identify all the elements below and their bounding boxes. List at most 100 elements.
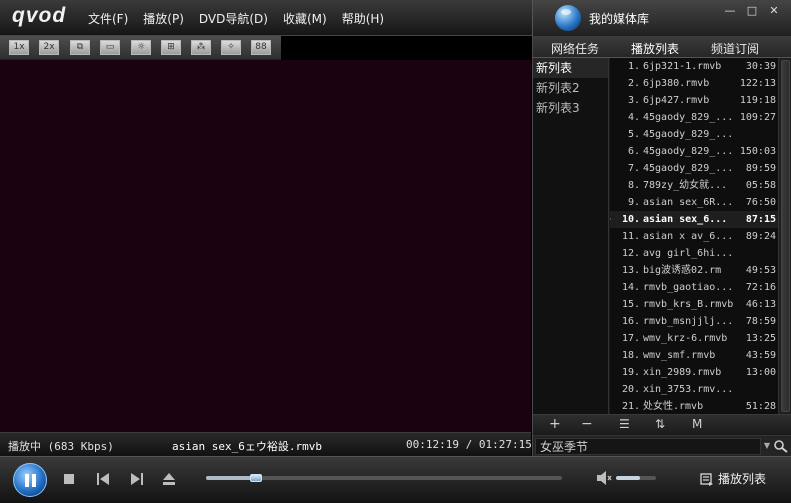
- brightness-button[interactable]: ☼: [131, 40, 151, 55]
- menu-favorites[interactable]: 收藏(M): [283, 10, 327, 27]
- track-dur: 89:59: [745, 163, 776, 174]
- playlist-panel: 网络任务 播放列表 频道订阅 新列表 新列表2 新列表3 1. 6jp321-1.…: [532, 36, 791, 456]
- menu-play[interactable]: 播放(P): [143, 10, 184, 27]
- add-button[interactable]: +: [549, 416, 561, 433]
- previous-icon[interactable]: [96, 472, 110, 486]
- track-num: 8.: [627, 180, 640, 191]
- track-dur: 87:15: [745, 214, 776, 225]
- shrink-button[interactable]: ⁂: [191, 40, 211, 55]
- list-controls: + − ☰ ⇅ M: [533, 414, 791, 434]
- play-time: 00:12:19 / 01:27:15: [406, 438, 532, 451]
- track-row[interactable]: 12. avg girl_6hi...: [610, 245, 778, 262]
- track-num: 1.: [627, 61, 640, 72]
- track-name: asian sex_6...: [643, 214, 728, 225]
- track-name: wmv_krz-6.rmvb: [643, 333, 728, 344]
- list-item[interactable]: 新列表3: [533, 98, 608, 118]
- track-dur: 43:59: [745, 350, 776, 361]
- track-row[interactable]: 19. xin_2989.rmvb 13:00: [610, 364, 778, 381]
- title-bar: qvod 文件(F) 播放(P) DVD导航(D) 收藏(M) 帮助(H) 我的…: [0, 0, 791, 36]
- scrollbar-thumb[interactable]: [781, 60, 790, 412]
- track-name: wmv_smf.rmvb: [643, 350, 716, 361]
- track-num: 5.: [627, 129, 640, 140]
- playlist-icon: [700, 472, 713, 486]
- track-dur: 49:53: [745, 265, 776, 276]
- sort-button[interactable]: ⇅: [655, 416, 665, 433]
- minimize-button[interactable]: —: [719, 4, 741, 18]
- track-row[interactable]: 17. wmv_krz-6.rmvb 13:25: [610, 330, 778, 347]
- track-num: 4.: [627, 112, 640, 123]
- track-dur: 13:25: [745, 333, 776, 344]
- zoom-2x-button[interactable]: 2x: [39, 40, 59, 55]
- stop-icon[interactable]: [63, 473, 75, 485]
- track-name: rmvb_gaotiao...: [643, 282, 734, 293]
- track-dur: 150:03: [739, 146, 776, 157]
- menu-file[interactable]: 文件(F): [88, 10, 128, 27]
- track-row[interactable]: 15. rmvb_krs_B.rmvb 46:13: [610, 296, 778, 313]
- tab-playlist[interactable]: 播放列表: [631, 40, 679, 57]
- volume-icon[interactable]: [596, 470, 612, 486]
- app-logo: qvod: [12, 4, 67, 27]
- search-input[interactable]: [535, 438, 761, 455]
- track-name: big波诱惑02.rm: [643, 265, 722, 276]
- close-button[interactable]: ✕: [763, 4, 785, 18]
- menu-help[interactable]: 帮助(H): [342, 10, 384, 27]
- pause-button[interactable]: [13, 463, 47, 497]
- track-row[interactable]: 20. xin_3753.rmv...: [610, 381, 778, 398]
- track-dur: 122:13: [739, 78, 776, 89]
- track-row[interactable]: 10. asian sex_6... 87:15: [610, 211, 778, 228]
- mode-button[interactable]: M: [692, 416, 702, 433]
- video-area[interactable]: [0, 60, 531, 432]
- media-library-button[interactable]: 我的媒体库 — □ ✕: [532, 0, 791, 36]
- track-list-scrollbar[interactable]: [778, 58, 791, 414]
- screenshot-button[interactable]: ⊞: [161, 40, 181, 55]
- fullscreen-button[interactable]: ⧉: [70, 40, 90, 55]
- track-num: 16.: [621, 316, 640, 327]
- track-row[interactable]: 6. 45gaody_829_... 150:03: [610, 143, 778, 160]
- track-num: 9.: [627, 197, 640, 208]
- tab-network-tasks[interactable]: 网络任务: [551, 40, 599, 57]
- track-name: 45gaody_829_...: [643, 112, 734, 123]
- track-row[interactable]: 13. big波诱惑02.rm 49:53: [610, 262, 778, 279]
- track-row[interactable]: 14. rmvb_gaotiao... 72:16: [610, 279, 778, 296]
- zoom-1x-button[interactable]: 1x: [9, 40, 29, 55]
- effects-button[interactable]: ✧: [221, 40, 241, 55]
- video-toolbar: 1x 2x ⧉ ▭ ☼ ⊞ ⁂ ✧ 88: [0, 36, 281, 60]
- track-row[interactable]: 8. 789zy_幼女就... 05:58: [610, 177, 778, 194]
- list-item[interactable]: 新列表: [533, 58, 608, 78]
- track-row[interactable]: 1. 6jp321-1.rmvb 30:39: [610, 58, 778, 75]
- track-row[interactable]: 5. 45gaody_829_...: [610, 126, 778, 143]
- track-row[interactable]: 9. asian sex_6R... 76:50: [610, 194, 778, 211]
- menu-dvd-nav[interactable]: DVD导航(D): [199, 10, 268, 27]
- track-name: 处女性.rmvb: [643, 401, 704, 412]
- remove-button[interactable]: −: [581, 416, 593, 433]
- track-name: xin_2989.rmvb: [643, 367, 722, 378]
- seek-bar-handle[interactable]: [250, 474, 263, 482]
- list-item[interactable]: 新列表2: [533, 78, 608, 98]
- eject-icon[interactable]: [162, 472, 176, 486]
- next-icon[interactable]: [130, 472, 144, 486]
- playlist-names: 新列表 新列表2 新列表3: [533, 58, 609, 414]
- track-row[interactable]: 3. 6jp427.rmvb 119:18: [610, 92, 778, 109]
- playlist-toggle-label: 播放列表: [718, 472, 767, 486]
- playlist-toggle-button[interactable]: 播放列表: [700, 470, 766, 487]
- maximize-button[interactable]: □: [741, 4, 763, 18]
- mini-mode-button[interactable]: ▭: [100, 40, 120, 55]
- track-row[interactable]: 16. rmvb_msnjjlj... 78:59: [610, 313, 778, 330]
- search-icon[interactable]: [773, 439, 789, 453]
- track-dur: 51:28: [745, 401, 776, 412]
- track-name: 45gaody_829_...: [643, 146, 734, 157]
- track-row[interactable]: 21. 处女性.rmvb 51:28: [610, 398, 778, 414]
- track-row[interactable]: 11. asian x av_6... 89:24: [610, 228, 778, 245]
- tab-channel-subscribe[interactable]: 频道订阅: [711, 40, 759, 57]
- track-row[interactable]: 2. 6jp380.rmvb 122:13: [610, 75, 778, 92]
- globe-icon: [555, 5, 581, 31]
- settings-button[interactable]: 88: [251, 40, 271, 55]
- volume-slider[interactable]: [616, 476, 656, 480]
- track-row[interactable]: 18. wmv_smf.rmvb 43:59: [610, 347, 778, 364]
- track-dur: 119:18: [739, 95, 776, 106]
- track-row[interactable]: 4. 45gaody_829_... 109:27: [610, 109, 778, 126]
- search-dropdown-icon[interactable]: ▼: [762, 439, 772, 453]
- list-menu-button[interactable]: ☰: [619, 416, 630, 433]
- track-row[interactable]: 7. 45gaody_829_... 89:59: [610, 160, 778, 177]
- seek-bar[interactable]: [206, 474, 562, 482]
